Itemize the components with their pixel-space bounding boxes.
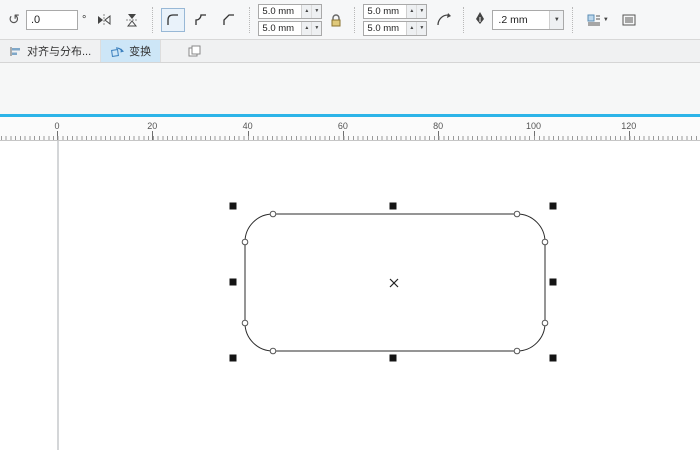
corner-radius-top-left-value[interactable]: 5.0 mm — [259, 5, 301, 18]
copy-icon — [188, 45, 201, 57]
corner-radius-bottom-right-value[interactable]: 5.0 mm — [364, 22, 406, 35]
separator — [572, 6, 574, 33]
scalloped-corner-icon — [195, 13, 207, 25]
drawing-canvas[interactable] — [0, 141, 700, 450]
selection-handle[interactable] — [389, 202, 397, 210]
ruler-major-tick — [438, 131, 440, 140]
wrap-text-icon — [587, 14, 600, 25]
align-distribute-icon — [10, 46, 20, 56]
spin-down-button[interactable]: ▼ — [416, 21, 427, 35]
relative-corner-icon — [437, 12, 452, 25]
lock-icon — [331, 13, 341, 26]
corner-radius-bottom-left-field[interactable]: 5.0 mm ▲ ▼ — [258, 20, 323, 36]
tab-align-distribute[interactable]: 对齐与分布... — [0, 40, 102, 62]
corner-node[interactable] — [513, 210, 521, 218]
tab-label: 对齐与分布... — [27, 46, 92, 58]
selection-handle[interactable] — [549, 354, 557, 362]
corner-node[interactable] — [513, 347, 521, 355]
separator — [152, 6, 154, 33]
docker-tab-bar: 对齐与分布... 变换 — [0, 40, 700, 63]
ruler-label: 60 — [337, 121, 348, 131]
copy-docker-button[interactable] — [183, 40, 205, 62]
wrap-paragraph-text-button[interactable]: ▼ — [581, 8, 613, 32]
workspace-background — [0, 63, 700, 114]
ruler-major-tick — [247, 131, 249, 140]
mirror-vertical-icon — [126, 13, 139, 26]
ruler-major-tick — [152, 131, 154, 140]
property-bar: ↺ ° 5.0 mm — [0, 0, 700, 40]
edit-corners-together-lock-button[interactable] — [326, 8, 346, 32]
chamfered-corner-icon — [223, 13, 235, 25]
corner-radius-left-group: 5.0 mm ▲ ▼ 5.0 mm ▲ ▼ — [258, 3, 323, 36]
chevron-down-icon: ▼ — [602, 16, 609, 23]
round-corner-button[interactable] — [161, 7, 186, 32]
selection-handle[interactable] — [229, 354, 237, 362]
ruler-label: 20 — [147, 121, 158, 131]
spin-down-button[interactable]: ▼ — [311, 21, 322, 35]
object-center-marker[interactable] — [389, 278, 399, 288]
ruler-label: 0 — [54, 121, 60, 131]
selection-handle[interactable] — [549, 278, 557, 286]
corner-node[interactable] — [541, 319, 549, 327]
scalloped-corner-button[interactable] — [189, 8, 213, 32]
ruler[interactable]: 0 20 40 60 80 100 120 — [0, 117, 700, 141]
ruler-major-tick — [342, 131, 344, 140]
ruler-major-tick — [628, 131, 630, 140]
selection-handle[interactable] — [549, 202, 557, 210]
selection-handle[interactable] — [389, 354, 397, 362]
rotation-angle-input[interactable] — [26, 9, 78, 30]
canvas-graphics — [57, 141, 557, 450]
quick-customize-button[interactable] — [617, 8, 641, 32]
corner-radius-top-left-field[interactable]: 5.0 mm ▲ ▼ — [258, 3, 323, 19]
separator — [354, 6, 356, 33]
spin-up-button[interactable]: ▲ — [407, 21, 417, 35]
tab-transform[interactable]: 变换 — [101, 40, 162, 62]
mirror-horizontal-button[interactable] — [92, 8, 116, 32]
chevron-down-icon[interactable]: ▼ — [549, 10, 564, 29]
corner-radius-top-right-value[interactable]: 5.0 mm — [364, 5, 406, 18]
separator — [249, 6, 251, 33]
ruler-label: 100 — [525, 121, 542, 131]
ruler-label: 40 — [242, 121, 253, 131]
rotation-angle-icon: ↺ — [8, 11, 20, 27]
spin-down-button[interactable]: ▼ — [416, 4, 427, 18]
list-lines-icon — [622, 14, 636, 25]
outline-width-select[interactable]: .2 mm ▼ — [492, 9, 565, 30]
mirror-horizontal-icon — [98, 13, 111, 26]
outline-width-value: .2 mm — [498, 13, 528, 26]
spin-down-button[interactable]: ▼ — [311, 4, 322, 18]
outline-width-icon — [472, 10, 488, 29]
selection-handle[interactable] — [229, 278, 237, 286]
selection-handle[interactable] — [229, 202, 237, 210]
mirror-vertical-button[interactable] — [120, 8, 144, 32]
round-corner-icon — [167, 13, 179, 25]
ruler-major-tick — [57, 131, 58, 140]
chamfered-corner-button[interactable] — [217, 8, 241, 32]
transform-icon — [111, 46, 125, 57]
spin-up-button[interactable]: ▲ — [407, 4, 417, 18]
corner-node[interactable] — [269, 210, 277, 218]
ruler-label: 80 — [433, 121, 444, 131]
separator — [463, 6, 465, 33]
corner-node[interactable] — [241, 319, 249, 327]
ruler-major-tick — [533, 131, 535, 140]
corner-radius-top-right-field[interactable]: 5.0 mm ▲ ▼ — [363, 3, 428, 19]
corner-node[interactable] — [541, 238, 549, 246]
ruler-label: 120 — [621, 121, 637, 131]
corner-radius-bottom-left-value[interactable]: 5.0 mm — [259, 22, 301, 35]
corner-radius-bottom-right-field[interactable]: 5.0 mm ▲ ▼ — [363, 20, 428, 36]
spin-up-button[interactable]: ▲ — [302, 21, 312, 35]
corner-node[interactable] — [241, 238, 249, 246]
corner-node[interactable] — [269, 347, 277, 355]
relative-corner-scaling-button[interactable] — [431, 8, 455, 32]
spin-up-button[interactable]: ▲ — [302, 4, 312, 18]
degree-label: ° — [82, 13, 87, 26]
tab-label: 变换 — [129, 46, 152, 58]
corner-radius-right-group: 5.0 mm ▲ ▼ 5.0 mm ▲ ▼ — [363, 3, 428, 36]
